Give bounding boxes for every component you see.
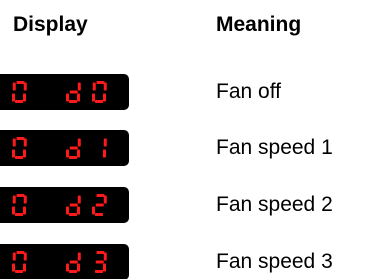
segment-g xyxy=(69,146,78,150)
segment-c xyxy=(23,263,26,272)
segment-e xyxy=(12,263,15,272)
segment-e xyxy=(12,93,15,102)
segment-g xyxy=(95,260,104,264)
segment-digit xyxy=(92,81,107,103)
table-row: Fan speed 3 xyxy=(0,244,368,279)
segment-digit xyxy=(92,194,107,216)
segment-e xyxy=(92,93,95,102)
segment-c xyxy=(103,93,106,102)
meaning-text: Fan off xyxy=(216,80,281,103)
segment-d xyxy=(69,100,77,103)
segment-e xyxy=(66,149,69,158)
segment-b xyxy=(103,195,107,204)
segment-c xyxy=(103,263,106,272)
segment-g xyxy=(69,90,78,94)
segment-e xyxy=(66,93,69,102)
segment-digit xyxy=(103,138,107,158)
display-column-header: Display xyxy=(13,13,88,36)
segment-a xyxy=(16,81,25,84)
segment-d xyxy=(95,213,103,216)
segment-b xyxy=(23,195,27,204)
meaning-text: Fan speed 3 xyxy=(216,250,333,273)
segment-digit xyxy=(12,194,27,216)
seven-segment-display xyxy=(0,187,129,223)
segment-d xyxy=(69,270,77,273)
segment-c xyxy=(23,206,26,215)
segment-digit xyxy=(12,81,27,103)
segment-e xyxy=(12,206,15,215)
segment-d xyxy=(95,270,103,273)
meaning-text: Fan speed 2 xyxy=(216,193,333,216)
segment-digits xyxy=(12,194,107,216)
segment-b xyxy=(77,82,81,91)
segment-f xyxy=(12,252,16,261)
segment-c xyxy=(103,149,106,158)
segment-b xyxy=(103,82,107,91)
segment-e xyxy=(66,263,69,272)
segment-f xyxy=(12,82,16,91)
segment-digit xyxy=(66,138,81,159)
seven-segment-display xyxy=(0,74,129,110)
segment-b xyxy=(23,138,27,147)
segment-b xyxy=(77,195,81,204)
segment-a xyxy=(16,137,25,140)
segment-b xyxy=(77,252,81,261)
segment-d xyxy=(95,100,103,103)
segment-e xyxy=(12,149,15,158)
seven-segment-display xyxy=(0,244,129,279)
meaning-text: Fan speed 1 xyxy=(216,136,333,159)
segment-f xyxy=(12,138,16,147)
segment-digit xyxy=(12,251,27,273)
segment-c xyxy=(77,263,80,272)
meaning-column-header: Meaning xyxy=(216,13,302,36)
segment-d xyxy=(15,213,23,216)
segment-digits xyxy=(12,137,107,159)
segment-f xyxy=(92,82,96,91)
segment-g xyxy=(69,203,78,207)
segment-digit xyxy=(66,195,81,216)
segment-d xyxy=(69,213,77,216)
segment-c xyxy=(77,206,80,215)
segment-g xyxy=(95,203,104,207)
segment-a xyxy=(16,251,25,254)
segment-b xyxy=(103,138,107,147)
segment-e xyxy=(92,206,95,215)
segment-e xyxy=(66,206,69,215)
segment-c xyxy=(23,149,26,158)
segment-digit xyxy=(95,251,107,273)
segment-c xyxy=(23,93,26,102)
segment-a xyxy=(96,81,105,84)
segment-d xyxy=(15,270,23,273)
segment-d xyxy=(69,156,77,159)
table-row: Fan speed 1 xyxy=(0,130,368,166)
segment-b xyxy=(103,252,107,261)
table-row: Fan off xyxy=(0,74,368,110)
segment-f xyxy=(12,195,16,204)
seven-segment-display xyxy=(0,130,129,166)
segment-digit xyxy=(12,137,27,159)
segment-c xyxy=(77,149,80,158)
segment-a xyxy=(96,251,105,254)
segment-a xyxy=(16,194,25,197)
segment-a xyxy=(96,194,105,197)
segment-c xyxy=(77,93,80,102)
segment-g xyxy=(69,260,78,264)
segment-b xyxy=(23,82,27,91)
segment-digits xyxy=(12,81,107,103)
segment-digit xyxy=(66,252,81,273)
segment-digits xyxy=(12,251,107,273)
segment-d xyxy=(15,100,23,103)
segment-d xyxy=(15,156,23,159)
segment-b xyxy=(77,138,81,147)
table-row: Fan speed 2 xyxy=(0,187,368,223)
segment-digit xyxy=(66,82,81,103)
segment-b xyxy=(23,252,27,261)
